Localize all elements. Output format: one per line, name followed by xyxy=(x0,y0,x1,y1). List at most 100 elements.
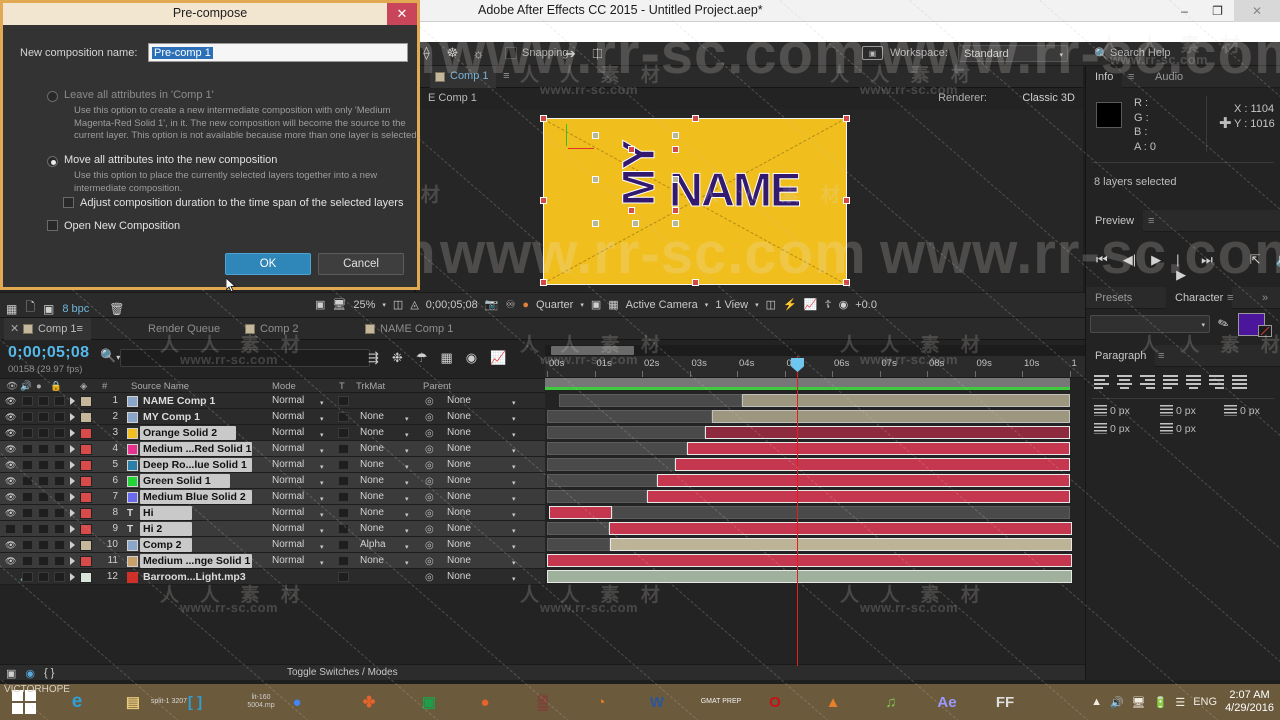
xmind-icon[interactable]: ✤ xyxy=(354,688,384,716)
blend-mode[interactable]: Normal xyxy=(272,491,304,502)
lock-toggle[interactable] xyxy=(54,540,65,550)
snapping-checkbox[interactable] xyxy=(505,47,517,59)
layer-name[interactable]: Orange Solid 2 xyxy=(143,427,217,439)
layer-bar[interactable] xyxy=(547,570,1072,583)
expand-triangle-icon[interactable] xyxy=(70,525,75,533)
audio-toggle[interactable] xyxy=(22,444,33,454)
track-matte[interactable]: None xyxy=(360,507,384,518)
solo-toggle[interactable] xyxy=(38,476,49,486)
lock-toggle[interactable] xyxy=(54,444,65,454)
language-indicator[interactable]: ENG xyxy=(1193,696,1217,708)
track-matte[interactable]: None xyxy=(360,411,384,422)
label-color-swatch[interactable] xyxy=(80,540,92,551)
layer-bar[interactable] xyxy=(687,442,1070,455)
layer-bar[interactable] xyxy=(657,474,1070,487)
label-color-swatch[interactable] xyxy=(80,428,92,439)
parent-value[interactable]: None xyxy=(447,411,471,422)
label-color-swatch[interactable] xyxy=(80,460,92,471)
lock-toggle[interactable] xyxy=(54,476,65,486)
expand-triangle-icon[interactable] xyxy=(70,397,75,405)
clock[interactable]: 2:07 AM 4/29/2016 xyxy=(1225,689,1274,715)
parent-pickwhip-icon[interactable]: ◎ xyxy=(425,508,434,519)
blend-mode[interactable]: Normal xyxy=(272,523,304,534)
ram-preview-button[interactable]: ⇱ xyxy=(1250,252,1261,283)
timeline-tab-name-comp-1[interactable]: NAME Comp 1 xyxy=(360,318,461,340)
label-color-swatch[interactable] xyxy=(80,492,92,503)
fast-preview-icon[interactable]: ⚡ xyxy=(783,298,797,311)
parent-pickwhip-icon[interactable]: ◎ xyxy=(425,524,434,535)
track-matte[interactable]: None xyxy=(360,555,384,566)
monitor-icon[interactable]: 🖥 xyxy=(332,298,346,311)
layer-bar[interactable] xyxy=(549,506,612,519)
audio-toggle[interactable] xyxy=(22,428,33,438)
word-icon[interactable]: W xyxy=(642,688,672,716)
table-row[interactable]: 👁 10 Comp 2 Normal ▾ Alpha ▾ ◎ None ▾ xyxy=(0,537,545,553)
views-dropdown[interactable]: 1 View xyxy=(715,299,748,311)
label-color-swatch[interactable] xyxy=(80,556,92,567)
hide-shy-icon[interactable]: ☂ xyxy=(416,350,428,366)
audio-toggle[interactable] xyxy=(22,572,33,582)
tab-presets[interactable]: Presets xyxy=(1086,287,1141,309)
pscc-icon[interactable]: ● xyxy=(470,688,500,716)
layer-bar[interactable] xyxy=(547,458,675,471)
lock-toggle[interactable] xyxy=(54,524,65,534)
bit-depth-label[interactable]: 8 bpc xyxy=(62,303,89,315)
col-t[interactable]: T xyxy=(339,381,345,392)
indent-left-field[interactable]: 0 px xyxy=(1094,405,1130,417)
dialog-close-button[interactable]: ✕ xyxy=(387,3,417,25)
eye-icon[interactable]: 👁 xyxy=(5,556,16,566)
parent-pickwhip-icon[interactable]: ◎ xyxy=(425,428,434,439)
composition-viewer[interactable]: MY NAME xyxy=(416,110,1083,292)
bluestacks-icon[interactable]: [ ] xyxy=(180,688,210,716)
project-settings-icon[interactable]: ▦ xyxy=(6,302,17,316)
panel-menu-icon[interactable]: ≡ xyxy=(1128,71,1134,83)
timeline-tab-comp-1[interactable]: ✕ Comp 1≡ xyxy=(4,318,91,340)
audio-icon[interactable]: ♫ xyxy=(876,688,906,716)
motion-blur-icon[interactable]: ◉ xyxy=(466,350,477,366)
col-source-name[interactable]: Source Name xyxy=(131,381,189,392)
eyedropper-icon[interactable]: ✎ xyxy=(1216,315,1232,334)
preserve-transparency-toggle[interactable] xyxy=(338,396,349,406)
tab-comp-1[interactable]: Comp 1 ≡ xyxy=(430,66,510,88)
track-matte[interactable]: None xyxy=(360,427,384,438)
transfer-controls-icon[interactable]: ◉ xyxy=(25,667,35,680)
show-hidden-icons[interactable]: ▲ xyxy=(1091,696,1102,708)
pen-tool-icon[interactable]: ➔ xyxy=(562,45,579,63)
table-row[interactable]: 👁 3 Orange Solid 2 Normal ▾ None ▾ ◎ None ▾ xyxy=(0,425,545,441)
justify-last-right-icon[interactable] xyxy=(1207,373,1226,390)
stroke-color-swatch[interactable] xyxy=(1258,325,1272,337)
eye-icon[interactable]: 👁 xyxy=(5,412,16,422)
radio-leave-attributes[interactable] xyxy=(47,91,58,102)
eye-icon[interactable] xyxy=(5,524,16,534)
indent-right-field[interactable]: 0 px xyxy=(1160,405,1196,417)
current-timecode[interactable]: 0;00;05;08 00158 (29.97 fps) xyxy=(8,344,89,375)
checkbox-open-new-comp[interactable] xyxy=(47,220,58,231)
table-row[interactable]: 👁 5 Deep Ro...lue Solid 1 Normal ▾ None ▾ ◎ None… xyxy=(0,457,545,473)
layer-name[interactable]: Barroom...Light.mp3 xyxy=(143,571,246,583)
audio-toggle[interactable] xyxy=(22,476,33,486)
store-icon[interactable]: ▣ xyxy=(414,688,444,716)
solo-toggle[interactable] xyxy=(38,524,49,534)
track-matte[interactable]: None xyxy=(360,523,384,534)
delete-icon[interactable]: 🗑 xyxy=(109,302,124,316)
rotation-tool-icon[interactable]: ☸ xyxy=(444,44,461,62)
layer-bar[interactable] xyxy=(547,442,687,455)
table-row[interactable]: 9 T Hi 2 Normal ▾ None ▾ ◎ None ▾ xyxy=(0,521,545,537)
opera-icon[interactable]: O xyxy=(760,688,790,716)
chrome-icon[interactable]: ● xyxy=(282,688,312,716)
audio-toggle[interactable] xyxy=(22,524,33,534)
camera-dropdown[interactable]: Active Camera xyxy=(626,299,698,311)
solo-toggle[interactable] xyxy=(38,396,49,406)
safe-zones-icon[interactable]: ◫ xyxy=(393,298,403,311)
track-matte[interactable]: None xyxy=(360,475,384,486)
signal-icon[interactable]: ☰ xyxy=(1175,696,1185,709)
blend-mode[interactable]: Normal xyxy=(272,507,304,518)
expand-triangle-icon[interactable] xyxy=(70,445,75,453)
draft-3d-icon[interactable]: ❉ xyxy=(392,350,403,366)
new-comp-icon[interactable]: ▣ xyxy=(43,302,54,316)
label-color-swatch[interactable] xyxy=(80,396,92,407)
new-folder-icon[interactable]: 🗋 xyxy=(25,298,35,319)
tab-paragraph[interactable]: Paragraph xyxy=(1086,345,1156,367)
mute-audio-button[interactable]: 🔊 xyxy=(1276,252,1280,283)
close-icon[interactable]: ✕ xyxy=(10,322,19,335)
